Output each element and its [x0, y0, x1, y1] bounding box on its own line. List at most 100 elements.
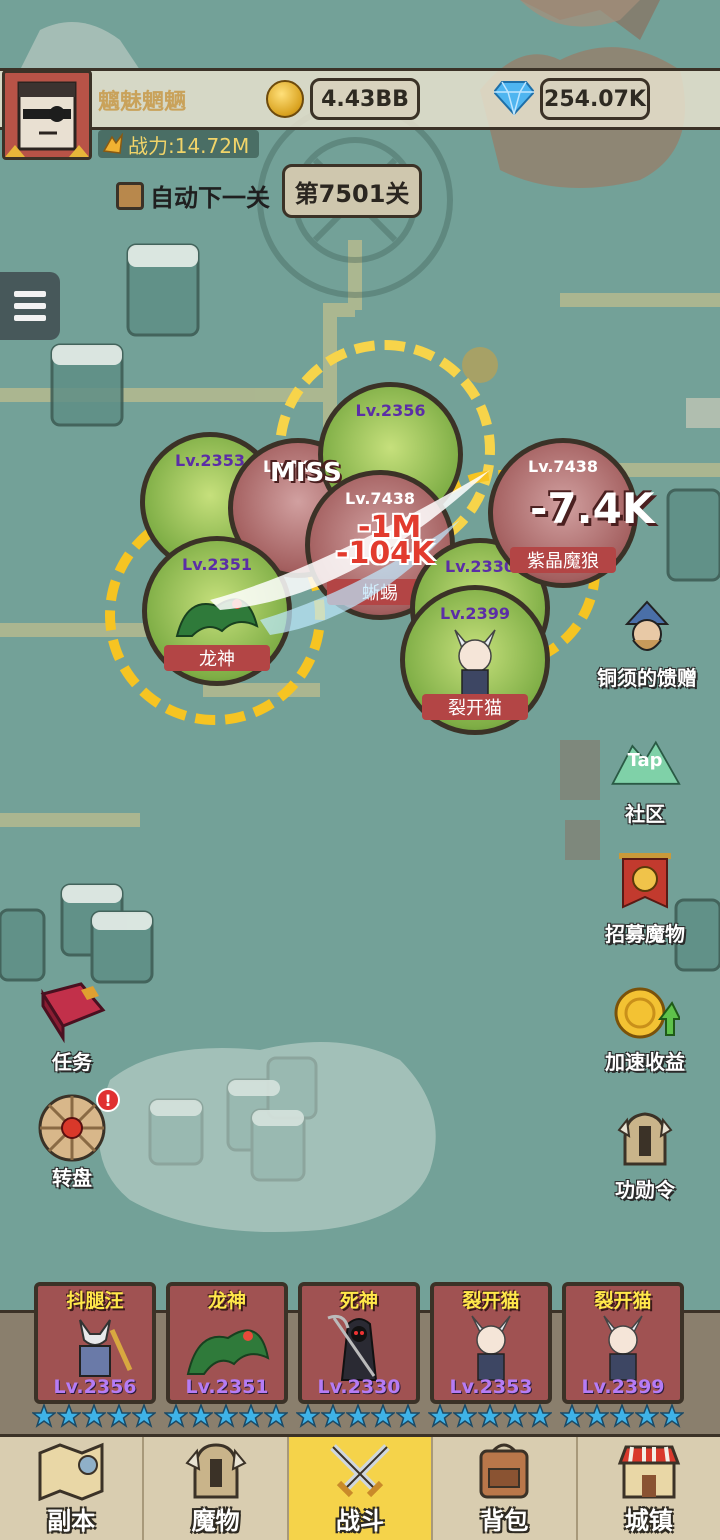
recruit-label: 招募魔物: [605, 922, 685, 946]
dwarf-icon: [611, 596, 683, 660]
cat-girl-sprite-icon: [603, 1315, 643, 1381]
community-label: 社区: [625, 802, 665, 826]
star-icon: [660, 1404, 684, 1428]
merit-label: 功勋令: [615, 1178, 675, 1202]
bottom-nav: 副本 魔物 战斗 背包 城镇: [0, 1434, 720, 1540]
team-member-level: Lv.2356: [53, 1376, 137, 1398]
recruit-button[interactable]: 招募魔物: [600, 852, 690, 947]
gift-label: 铜须的馈赠: [597, 666, 697, 690]
star-icon: [264, 1404, 288, 1428]
star-icon: [528, 1404, 552, 1428]
gold-coin-icon: [266, 80, 304, 118]
nav-label: 背包: [480, 1507, 529, 1535]
star-icon: [428, 1404, 452, 1428]
book-icon: [36, 980, 108, 1044]
nav-monsters[interactable]: 魔物: [144, 1437, 289, 1540]
map-icon: [38, 1442, 104, 1501]
side-menu-button[interactable]: [0, 272, 60, 340]
star-icon: [189, 1404, 213, 1428]
player-name: 魑魅魍魉: [98, 90, 187, 115]
star-icon: [453, 1404, 477, 1428]
reaper-sprite-icon: [327, 1314, 378, 1381]
star-rating: [164, 1404, 288, 1432]
star-icon: [396, 1404, 420, 1428]
stage-button[interactable]: 第7501关: [282, 164, 422, 218]
team-slot[interactable]: 抖腿汪 Lv.2356: [34, 1282, 156, 1404]
banner-icon: [609, 852, 681, 916]
star-icon: [239, 1404, 263, 1428]
star-icon: [57, 1404, 81, 1428]
star-icon: [32, 1404, 56, 1428]
team-member-level: Lv.2351: [185, 1376, 269, 1398]
star-icon: [296, 1404, 320, 1428]
damage-text: -104K: [336, 536, 435, 571]
star-rating: [296, 1404, 420, 1432]
helmet-icon: [185, 1443, 247, 1499]
quest-button[interactable]: 任务: [34, 980, 110, 1075]
nav-label: 魔物: [191, 1507, 240, 1535]
speedup-button[interactable]: 加速收益: [600, 980, 690, 1075]
knight-helmet-icon: [609, 1108, 681, 1172]
team-member-level: Lv.2399: [581, 1376, 665, 1398]
cat-girl-sprite-icon: [471, 1315, 511, 1381]
nav-backpack[interactable]: 背包: [433, 1437, 578, 1540]
team-member-name: 龙神: [207, 1290, 246, 1312]
star-icon: [478, 1404, 502, 1428]
star-icon: [346, 1404, 370, 1428]
nav-label: 副本: [47, 1507, 96, 1535]
team-member-name: 裂开猫: [594, 1290, 652, 1312]
gift-button[interactable]: 铜须的馈赠: [592, 596, 702, 691]
star-icon: [214, 1404, 238, 1428]
team-slot[interactable]: 龙神 Lv.2351: [166, 1282, 288, 1404]
team-slot[interactable]: 死神 Lv.2330: [298, 1282, 420, 1404]
team-member-level: Lv.2330: [317, 1376, 401, 1398]
nav-label: 战斗: [336, 1507, 385, 1535]
star-icon: [585, 1404, 609, 1428]
team-slot[interactable]: 裂开猫 Lv.2399: [562, 1282, 684, 1404]
unit-name: 紫晶魔狼: [509, 547, 617, 573]
gem-amount: 254.07K: [540, 78, 650, 120]
star-icon: [164, 1404, 188, 1428]
team-member-level: Lv.2353: [449, 1376, 533, 1398]
miss-text: MISS: [270, 458, 342, 488]
coin-up-icon: [609, 980, 681, 1044]
community-button[interactable]: Tap 社区: [600, 732, 690, 827]
combat-power: 战力:14.72M: [98, 130, 260, 158]
unit-level: Lv.2356: [355, 401, 426, 420]
star-icon: [610, 1404, 634, 1428]
auto-next-checkbox[interactable]: [116, 181, 144, 210]
damage-text: -7.4K: [530, 484, 655, 533]
gold-amount: 4.43BB: [310, 78, 420, 120]
team-member-name: 死神: [339, 1290, 378, 1312]
shop-icon: [617, 1445, 680, 1499]
swords-icon: [330, 1444, 390, 1498]
auto-next-label: 自动下一关: [150, 184, 270, 212]
speedup-label: 加速收益: [605, 1050, 685, 1074]
player-avatar[interactable]: [2, 70, 92, 160]
combat-power-label: 战力:14.72M: [128, 133, 250, 158]
unit-level: Lv.7438: [528, 457, 598, 476]
star-rating: [428, 1404, 552, 1432]
merit-button[interactable]: 功勋令: [600, 1108, 690, 1203]
star-icon: [132, 1404, 156, 1428]
avatar-portrait-icon: [5, 81, 89, 157]
diamond-icon: [494, 81, 534, 116]
backpack-icon: [479, 1443, 529, 1499]
team-member-name: 裂开猫: [462, 1290, 520, 1312]
quest-label: 任务: [52, 1050, 92, 1074]
star-icon: [107, 1404, 131, 1428]
power-icon: [102, 133, 123, 154]
star-icon: [82, 1404, 106, 1428]
nav-battle[interactable]: 战斗: [288, 1437, 434, 1540]
wheel-alert-badge: !: [96, 1088, 120, 1112]
star-icon: [321, 1404, 345, 1428]
team-slot[interactable]: 裂开猫 Lv.2353: [430, 1282, 552, 1404]
auto-next-toggle[interactable]: 自动下一关: [116, 178, 270, 213]
star-icon: [635, 1404, 659, 1428]
nav-dungeon[interactable]: 副本: [0, 1437, 145, 1540]
star-icon: [560, 1404, 584, 1428]
wheel-button[interactable]: 转盘: [34, 1094, 110, 1191]
wheel-label: 转盘: [52, 1166, 92, 1190]
nav-label: 城镇: [624, 1507, 673, 1535]
nav-town[interactable]: 城镇: [578, 1437, 720, 1540]
